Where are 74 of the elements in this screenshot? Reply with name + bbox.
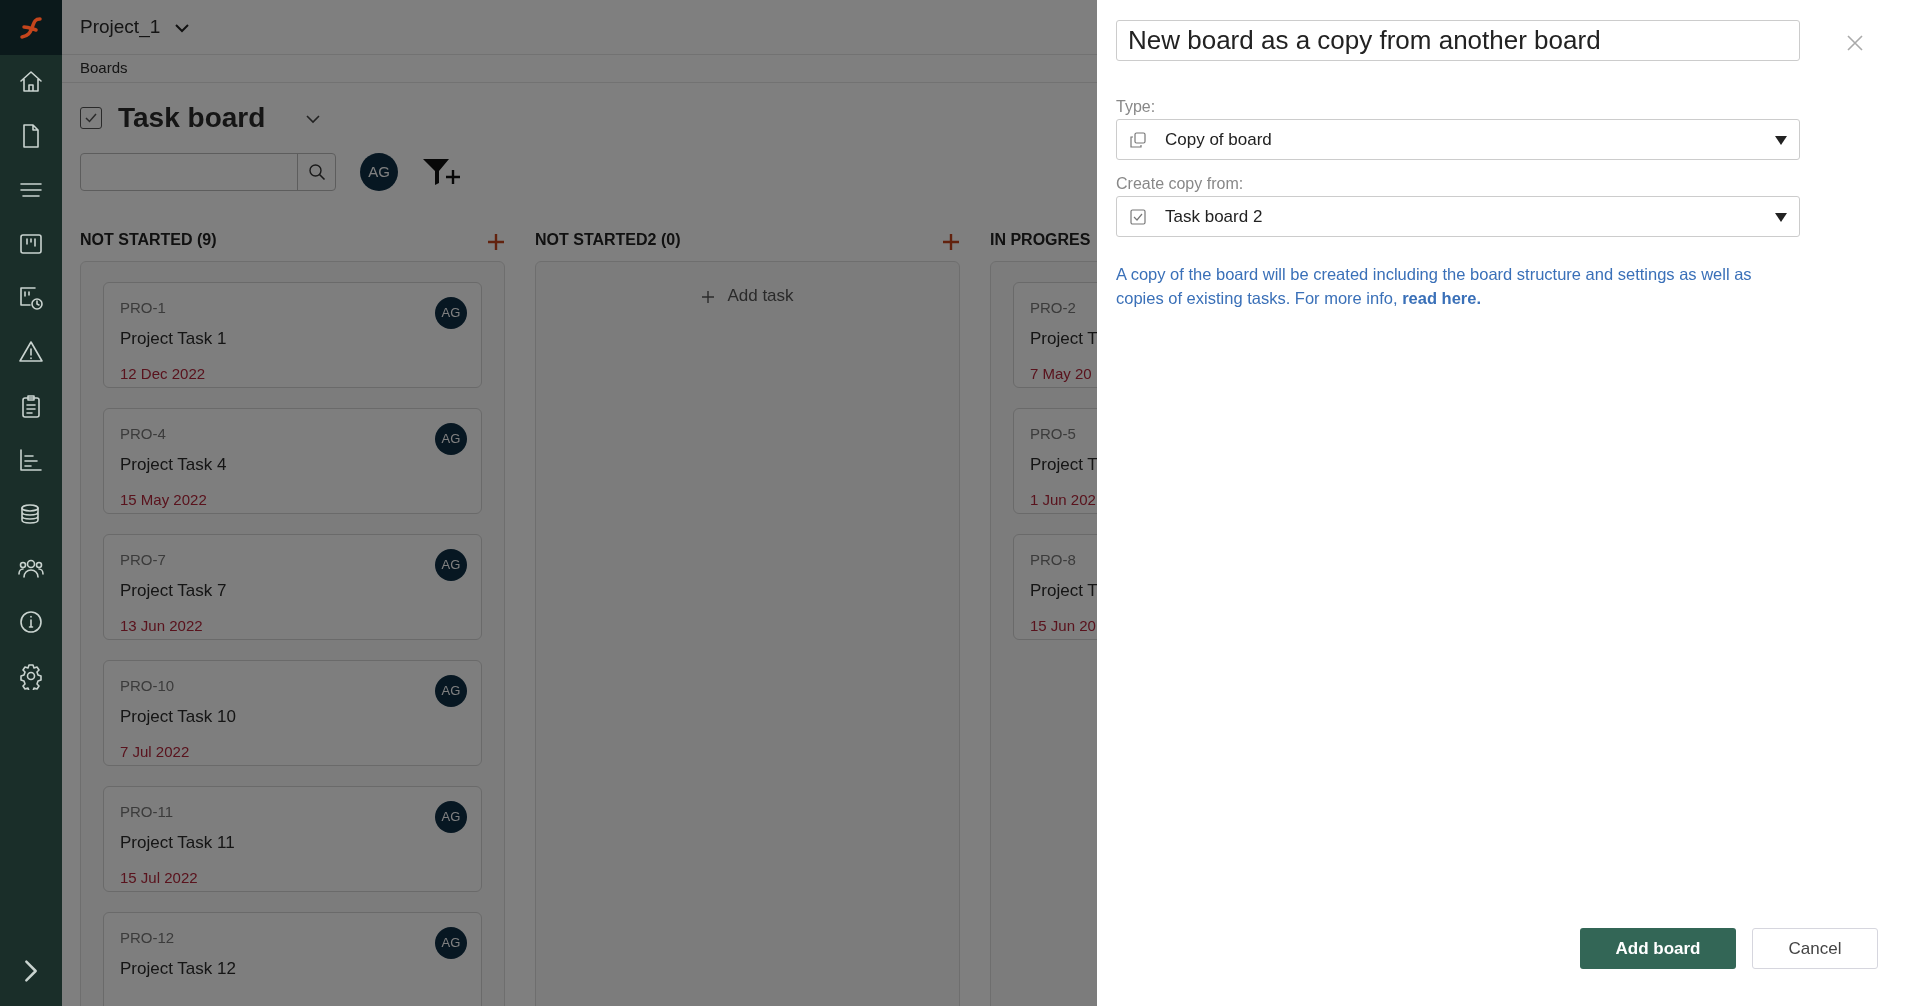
- add-task-button[interactable]: Add task: [695, 282, 800, 310]
- task-card[interactable]: PRO-4 Project Task 4 15 May 2022 AG: [103, 408, 482, 514]
- due-date: 1 Jun 202: [1030, 490, 1096, 510]
- avatar[interactable]: AG: [360, 153, 398, 191]
- task-id: PRO-7: [120, 550, 166, 570]
- task-title: Project Task 1: [120, 327, 227, 350]
- read-more-link[interactable]: read here.: [1402, 288, 1481, 307]
- checkbox-icon: [1129, 208, 1147, 227]
- task-card[interactable]: PRO-1 Project Task 1 12 Dec 2022 AG: [103, 282, 482, 388]
- column-title: NOT STARTED (9): [80, 230, 217, 250]
- due-date: 12 Dec 2022: [120, 364, 206, 384]
- avatar[interactable]: AG: [435, 675, 467, 707]
- avatar[interactable]: AG: [435, 423, 467, 455]
- avatar[interactable]: AG: [435, 549, 467, 581]
- column-title: IN PROGRES: [990, 230, 1091, 250]
- task-id: PRO-12: [120, 928, 175, 948]
- task-card[interactable]: PRO-10 Project Task 10 7 Jul 2022 AG: [103, 660, 482, 766]
- filter-add-icon[interactable]: [422, 157, 462, 187]
- task-id: PRO-5: [1030, 424, 1076, 444]
- cancel-button[interactable]: Cancel: [1752, 928, 1878, 969]
- title-field[interactable]: New board as a copy from another board: [1116, 20, 1800, 61]
- task-id: PRO-10: [120, 676, 175, 696]
- board-clock-icon[interactable]: [17, 284, 45, 312]
- task-id: PRO-11: [120, 802, 174, 822]
- avatar[interactable]: AG: [435, 927, 467, 959]
- task-id: PRO-4: [120, 424, 166, 444]
- logo-icon[interactable]: [18, 14, 44, 41]
- search-icon[interactable]: [307, 163, 326, 181]
- task-card[interactable]: PRO-8 Project T 15 Jun 20: [1013, 534, 1097, 640]
- task-card[interactable]: PRO-12 Project Task 12 AG: [103, 912, 482, 1006]
- dropdown[interactable]: Task board 2: [1116, 196, 1800, 237]
- due-date: 15 May 2022: [120, 490, 207, 510]
- task-id: PRO-1: [120, 298, 166, 318]
- task-card[interactable]: PRO-11 Project Task 11 15 Jul 2022 AG: [103, 786, 482, 892]
- bar-chart-icon[interactable]: [17, 446, 45, 474]
- avatar[interactable]: AG: [435, 801, 467, 833]
- task-id: PRO-8: [1030, 550, 1076, 570]
- settings-icon[interactable]: [17, 662, 45, 690]
- field-label: Type:: [1116, 97, 1157, 117]
- caret-icon: [1775, 135, 1787, 145]
- search-field[interactable]: [80, 153, 336, 191]
- task-title: Project Task 10: [120, 705, 236, 728]
- column-title: NOT STARTED2 (0): [535, 230, 681, 250]
- task-title: Project Task 4: [120, 453, 227, 476]
- due-date: 7 May 20: [1030, 364, 1092, 384]
- avatar[interactable]: AG: [435, 297, 467, 329]
- task-card[interactable]: PRO-7 Project Task 7 13 Jun 2022 AG: [103, 534, 482, 640]
- project-name[interactable]: Project_1: [80, 12, 161, 42]
- info-icon[interactable]: [17, 608, 45, 636]
- info-text: A copy of the board will be created including the board structure and settings as well as copies of existing tasks. For more info, read here.: [1116, 264, 1753, 309]
- breadcrumb-link[interactable]: Boards: [80, 57, 128, 80]
- due-date: 15 Jul 2022: [120, 868, 198, 888]
- chevron-down-icon[interactable]: [305, 113, 322, 124]
- task-title: Project T: [1030, 453, 1097, 476]
- field-label: Create copy from:: [1116, 174, 1245, 194]
- task-card[interactable]: PRO-5 Project T 1 Jun 202: [1013, 408, 1097, 514]
- task-card[interactable]: PRO-2 Project T 7 May 20: [1013, 282, 1097, 388]
- due-date: 13 Jun 2022: [120, 616, 203, 636]
- task-title: Project Task 12: [120, 957, 236, 980]
- dropdown[interactable]: Copy of board: [1116, 119, 1800, 160]
- chevron-down-icon[interactable]: [174, 22, 191, 33]
- board-title: Task board: [118, 101, 266, 135]
- task-title: Project T: [1030, 327, 1097, 350]
- plus-icon: [701, 289, 716, 304]
- due-date: 15 Jun 20: [1030, 616, 1096, 636]
- task-title: Project T: [1030, 579, 1097, 602]
- task-title: Project Task 11: [120, 831, 235, 854]
- copy-icon: [1129, 131, 1147, 150]
- caret-icon: [1775, 212, 1787, 222]
- task-id: PRO-2: [1030, 298, 1076, 318]
- checkbox-icon: [80, 107, 102, 129]
- task-title: Project Task 7: [120, 579, 227, 602]
- due-date: 7 Jul 2022: [120, 742, 190, 762]
- add-board-button[interactable]: Add board: [1580, 928, 1736, 969]
